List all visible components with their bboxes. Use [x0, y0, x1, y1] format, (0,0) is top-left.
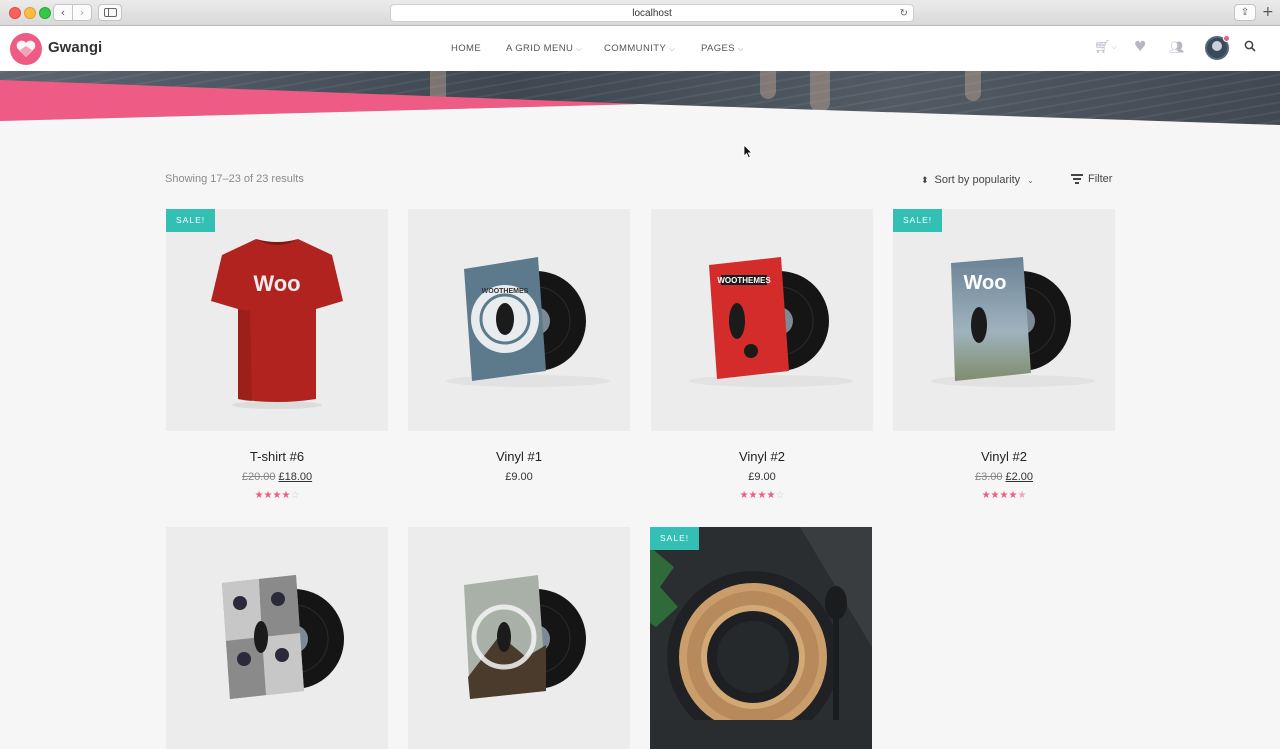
sidebar-icon	[103, 8, 117, 17]
avatar[interactable]	[1205, 35, 1230, 60]
address-bar[interactable]: localhost ↻	[390, 4, 914, 22]
product-card[interactable]: SALE!	[650, 527, 872, 749]
nav-item-home[interactable]: HOME	[451, 43, 481, 54]
product-image[interactable]: WOOTHEMES	[651, 209, 873, 431]
nav-item-label: HOME	[451, 43, 482, 54]
new-tab-button[interactable]: +	[1262, 4, 1274, 20]
old-price: £3.00	[974, 471, 1003, 483]
cart-icon[interactable]: 🛒︎⌵	[1094, 40, 1117, 55]
nav-item-community[interactable]: COMMUNITY ⌵	[604, 43, 675, 54]
tshirt-image: Woo	[211, 239, 343, 409]
product-name[interactable]: Vinyl #2	[651, 449, 873, 466]
product-image[interactable]: WOOTHEMES	[408, 209, 630, 431]
hero-banner	[0, 71, 1280, 133]
url-text: localhost	[632, 8, 672, 19]
back-button[interactable]: ‹	[53, 4, 73, 21]
vinyl-blue-image: WOOTHEMES	[446, 257, 610, 387]
nav-item-label: PAGES	[701, 43, 736, 54]
share-button[interactable]: ⇪	[1234, 4, 1256, 21]
product-card[interactable]	[166, 527, 388, 749]
chevron-down-icon: ⌵	[576, 46, 582, 53]
chevron-down-icon: ⌵	[669, 46, 675, 53]
product-price: £3.00 £2.00	[893, 471, 1115, 485]
star-rating: ★★★★☆	[739, 490, 785, 501]
sort-icon: ⬍	[921, 176, 929, 186]
nav-item-label: COMMUNITY	[604, 43, 667, 54]
sale-badge: SALE!	[650, 527, 700, 550]
sidebar-toggle-button[interactable]	[98, 4, 122, 21]
zoom-window-button[interactable]	[39, 7, 51, 19]
site-logo-text[interactable]: Gwangi	[48, 39, 102, 56]
nav-item-pages[interactable]: PAGES ⌵	[701, 43, 744, 54]
browser-toolbar: ‹ › localhost ↻ ⇪ +	[0, 0, 1280, 26]
chevron-down-icon: ⌵	[1111, 43, 1117, 51]
minimize-window-button[interactable]	[24, 7, 36, 19]
hero-divider-shape	[0, 80, 1280, 133]
star-rating: ★★★★★	[981, 490, 1027, 501]
product-price: £9.00	[651, 471, 873, 485]
price: £9.00	[748, 471, 776, 483]
chevron-down-icon: ⌵	[738, 46, 744, 53]
vinyl-sky-image: Woo	[931, 257, 1095, 387]
svg-text:WOOTHEMES: WOOTHEMES	[482, 288, 529, 295]
plate-image	[650, 527, 872, 743]
old-price: £20.00	[241, 471, 276, 483]
search-icon[interactable]	[1244, 40, 1256, 55]
close-window-button[interactable]	[9, 7, 21, 19]
notification-dot	[1223, 35, 1230, 42]
sale-price: £2.00	[1005, 471, 1034, 483]
sale-price: £18.00	[278, 471, 313, 483]
svg-text:WOOTHEMES: WOOTHEMES	[717, 276, 771, 285]
nav-item-label: A GRID MENU	[506, 43, 574, 54]
nav-item-grid-menu[interactable]: A GRID MENU ⌵	[506, 43, 582, 54]
forward-button[interactable]: ›	[72, 4, 92, 21]
sale-badge: SALE!	[893, 209, 943, 232]
product-card[interactable]: Woo SALE! T-shirt #6 £20.00 £18.00 ★★★★☆	[166, 209, 388, 501]
sale-badge: SALE!	[166, 209, 216, 232]
reload-icon[interactable]: ↻	[900, 5, 908, 22]
product-image[interactable]: SALE!	[650, 527, 872, 749]
product-name[interactable]: Vinyl #1	[408, 449, 630, 466]
chevron-down-icon: ⌄	[1027, 176, 1034, 185]
product-name[interactable]: T-shirt #6	[166, 449, 388, 466]
groups-icon[interactable]: 👥︎	[1169, 40, 1184, 54]
price: £9.00	[505, 471, 533, 483]
product-card[interactable]: Woo SALE! Vinyl #2 £3.00 £2.00 ★★★★★	[893, 209, 1115, 501]
product-image[interactable]: Woo SALE!	[893, 209, 1115, 431]
product-image[interactable]	[166, 527, 388, 749]
filter-label: Filter	[1088, 173, 1113, 185]
product-image[interactable]: Woo SALE!	[166, 209, 388, 431]
heart-logo-icon	[16, 40, 36, 57]
mouse-cursor-icon	[743, 144, 753, 159]
vinyl-ninja-image	[222, 575, 344, 699]
product-card[interactable]: WOOTHEMES Vinyl #1 £9.00	[408, 209, 630, 485]
result-count: Showing 17–23 of 23 results	[165, 173, 304, 185]
star-rating: ★★★★☆	[254, 490, 300, 501]
product-price: £20.00 £18.00	[166, 471, 388, 485]
product-image[interactable]	[408, 527, 630, 749]
site-header: Gwangi HOME A GRID MENU ⌵ COMMUNITY ⌵ PAGE…	[0, 26, 1280, 71]
logo-icon[interactable]	[10, 33, 42, 65]
product-card[interactable]: WOOTHEMES Vinyl #2 £9.00 ★★★★☆	[651, 209, 873, 501]
product-price: £9.00	[408, 471, 630, 485]
sort-label: Sort by popularity	[934, 174, 1021, 186]
product-card[interactable]	[408, 527, 630, 749]
filter-button[interactable]: Filter	[1071, 173, 1112, 185]
product-name[interactable]: Vinyl #2	[893, 449, 1115, 466]
svg-text:Woo: Woo	[253, 271, 300, 296]
heart-icon[interactable]: ♥	[1134, 39, 1147, 55]
sort-dropdown[interactable]: ⬍ Sort by popularity ⌄	[921, 174, 1034, 186]
vinyl-mountain-image	[464, 575, 586, 699]
vinyl-red-image: WOOTHEMES	[689, 257, 853, 387]
svg-text:Woo: Woo	[964, 272, 1007, 294]
filter-icon	[1071, 174, 1083, 184]
